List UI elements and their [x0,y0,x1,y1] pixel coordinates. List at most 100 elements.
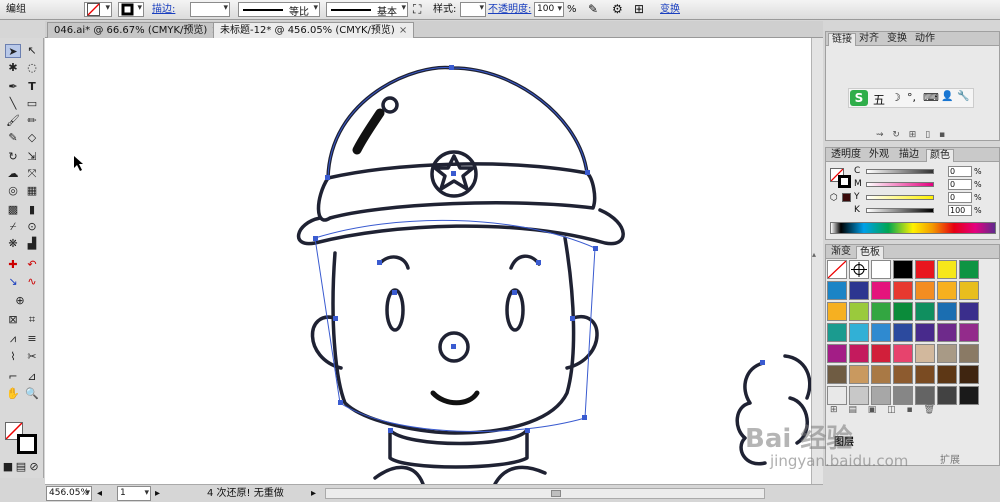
tab-document-2[interactable]: 未标题-12* @ 456.05% (CMYK/预览) × [213,22,415,38]
scissors-icon[interactable]: ✂ [24,350,40,364]
punctuation-icon[interactable]: °, [907,91,916,104]
slider-m[interactable]: M 0% [854,179,982,190]
cube-icon[interactable]: ⬡ [830,193,838,203]
swatch-footer-icons[interactable]: ⊞ ▤ ▣ ◫ ▪ 🗑 [830,405,939,415]
transform-link[interactable]: 变换 [660,2,680,17]
slider-c[interactable]: C 0% [854,166,982,177]
artboard-dropdown[interactable]: 1 [117,486,151,501]
fill-color-dropdown[interactable] [84,2,112,17]
stroke-weight-dropdown[interactable] [190,2,230,17]
line-icon[interactable]: ╲ [5,97,21,111]
color-swatch[interactable] [915,281,935,300]
color-swatch[interactable] [915,386,935,405]
brush-dropdown[interactable]: 基本 [326,2,408,18]
color-swatch[interactable] [827,302,847,321]
color-stroke-swatch[interactable] [838,175,851,188]
user-icon[interactable]: 👤 [941,91,953,102]
color-swatch[interactable] [871,302,891,321]
knife-icon[interactable]: ⌇ [5,350,21,364]
hand-icon[interactable]: ✋ [5,387,21,401]
color-swatch[interactable] [937,365,957,384]
color-swatch[interactable] [937,260,957,279]
color-swatch[interactable] [849,344,869,363]
selection-icon[interactable]: ➤ [5,44,21,58]
color-swatch[interactable] [937,386,957,405]
tab-swatches[interactable]: 色板 [856,246,884,259]
color-swatch[interactable] [893,302,913,321]
expand-button[interactable]: 扩展 [940,451,960,466]
color-swatch[interactable] [959,365,979,384]
wrench-icon[interactable]: 🔧 [957,91,969,102]
gradient-icon[interactable]: ▮ [24,203,40,217]
width-tool-icon[interactable]: ↘ [5,275,21,289]
tab-transform[interactable]: 变换 [884,33,910,46]
warp-icon[interactable]: ☁ [5,167,21,181]
next-artboard-icon[interactable]: ▸ [155,486,160,501]
color-swatch[interactable] [893,365,913,384]
tab-actions[interactable]: 动作 [912,33,938,46]
mesh-icon[interactable]: ▩ [5,203,21,217]
color-swatch[interactable] [915,365,935,384]
zoom-dropdown[interactable]: 456.05% [46,486,92,501]
list-icon[interactable]: ≡ [24,332,40,346]
shape-builder-icon[interactable]: ◎ [5,184,21,198]
panel-scroll-up-icon[interactable]: ▴ [812,250,824,259]
color-swatch[interactable] [849,260,869,279]
align-icon[interactable]: ⊞ [634,2,644,17]
live-paint-icon[interactable]: ✚ [5,258,21,272]
color-swatch[interactable] [871,260,891,279]
zoom-icon[interactable]: 🔍 [24,387,40,401]
color-swatch[interactable] [849,386,869,405]
artboard-icon[interactable]: ⊠ [5,313,21,327]
color-swatch[interactable] [827,260,847,279]
prev-artboard-icon[interactable]: ◂ [97,486,102,501]
tab-document-1[interactable]: 046.ai* @ 66.67% (CMYK/预览)× [47,22,227,38]
style-dropdown[interactable] [460,2,486,17]
type-icon[interactable]: T [24,80,40,94]
color-swatch[interactable] [871,281,891,300]
color-swatch[interactable] [827,386,847,405]
tab-appearance[interactable]: 外观 [866,149,892,162]
variable-width-dropdown[interactable]: 等比 [238,2,320,18]
color-swatch[interactable] [849,302,869,321]
live-paint-select-icon[interactable]: ↶ [24,258,40,272]
gear-icon[interactable]: ⚙ [612,2,623,17]
color-swatch[interactable] [959,323,979,342]
slider-value-input[interactable]: 0 [948,166,972,177]
scale-icon[interactable]: ⇲ [24,150,40,164]
slider-y[interactable]: Y 0% [854,192,982,203]
color-swatch[interactable] [893,281,913,300]
gradient-mode-icon[interactable]: ▤ [15,460,27,474]
opacity-link[interactable]: 不透明度: [488,2,531,17]
color-swatch[interactable] [893,386,913,405]
eyedropper-2-icon[interactable]: ⌐ [5,370,21,384]
paintbrush-icon[interactable]: 🖌 [5,114,21,128]
color-swatch[interactable] [827,323,847,342]
measure-icon[interactable]: ⊿ [24,370,40,384]
stroke-color-dropdown[interactable] [118,2,144,17]
magic-wand-icon[interactable]: ✱ [5,61,21,75]
color-swatch[interactable] [915,323,935,342]
color-swatch[interactable] [937,302,957,321]
color-swatch[interactable] [937,344,957,363]
recolor-icon[interactable]: ✎ [588,2,598,17]
tab-links[interactable]: 链接 [828,33,856,46]
color-swatch[interactable] [959,344,979,363]
eraser-icon[interactable]: ◇ [24,131,40,145]
ime-toolbar[interactable]: S 五 ☽ °, ⌨ 👤 🔧 [848,88,974,108]
graphic-style-icon[interactable]: ⛶ [413,2,421,17]
horizontal-scrollbar[interactable] [325,488,765,499]
slice-icon[interactable]: ⌗ [24,313,40,327]
color-swatch[interactable] [937,281,957,300]
lasso-icon[interactable]: ◌ [24,61,40,75]
rotate-icon[interactable]: ↻ [5,150,21,164]
slider-value-input[interactable]: 0 [948,192,972,203]
color-swatch[interactable] [827,365,847,384]
color-swatch[interactable] [915,260,935,279]
stroke-link[interactable]: 描边: [152,2,175,17]
pencil-icon[interactable]: ✏ [24,114,40,128]
last-color-swatch[interactable] [842,193,851,202]
stroke-swatch[interactable] [17,434,37,454]
color-swatch[interactable] [849,365,869,384]
moon-icon[interactable]: ☽ [891,91,901,104]
